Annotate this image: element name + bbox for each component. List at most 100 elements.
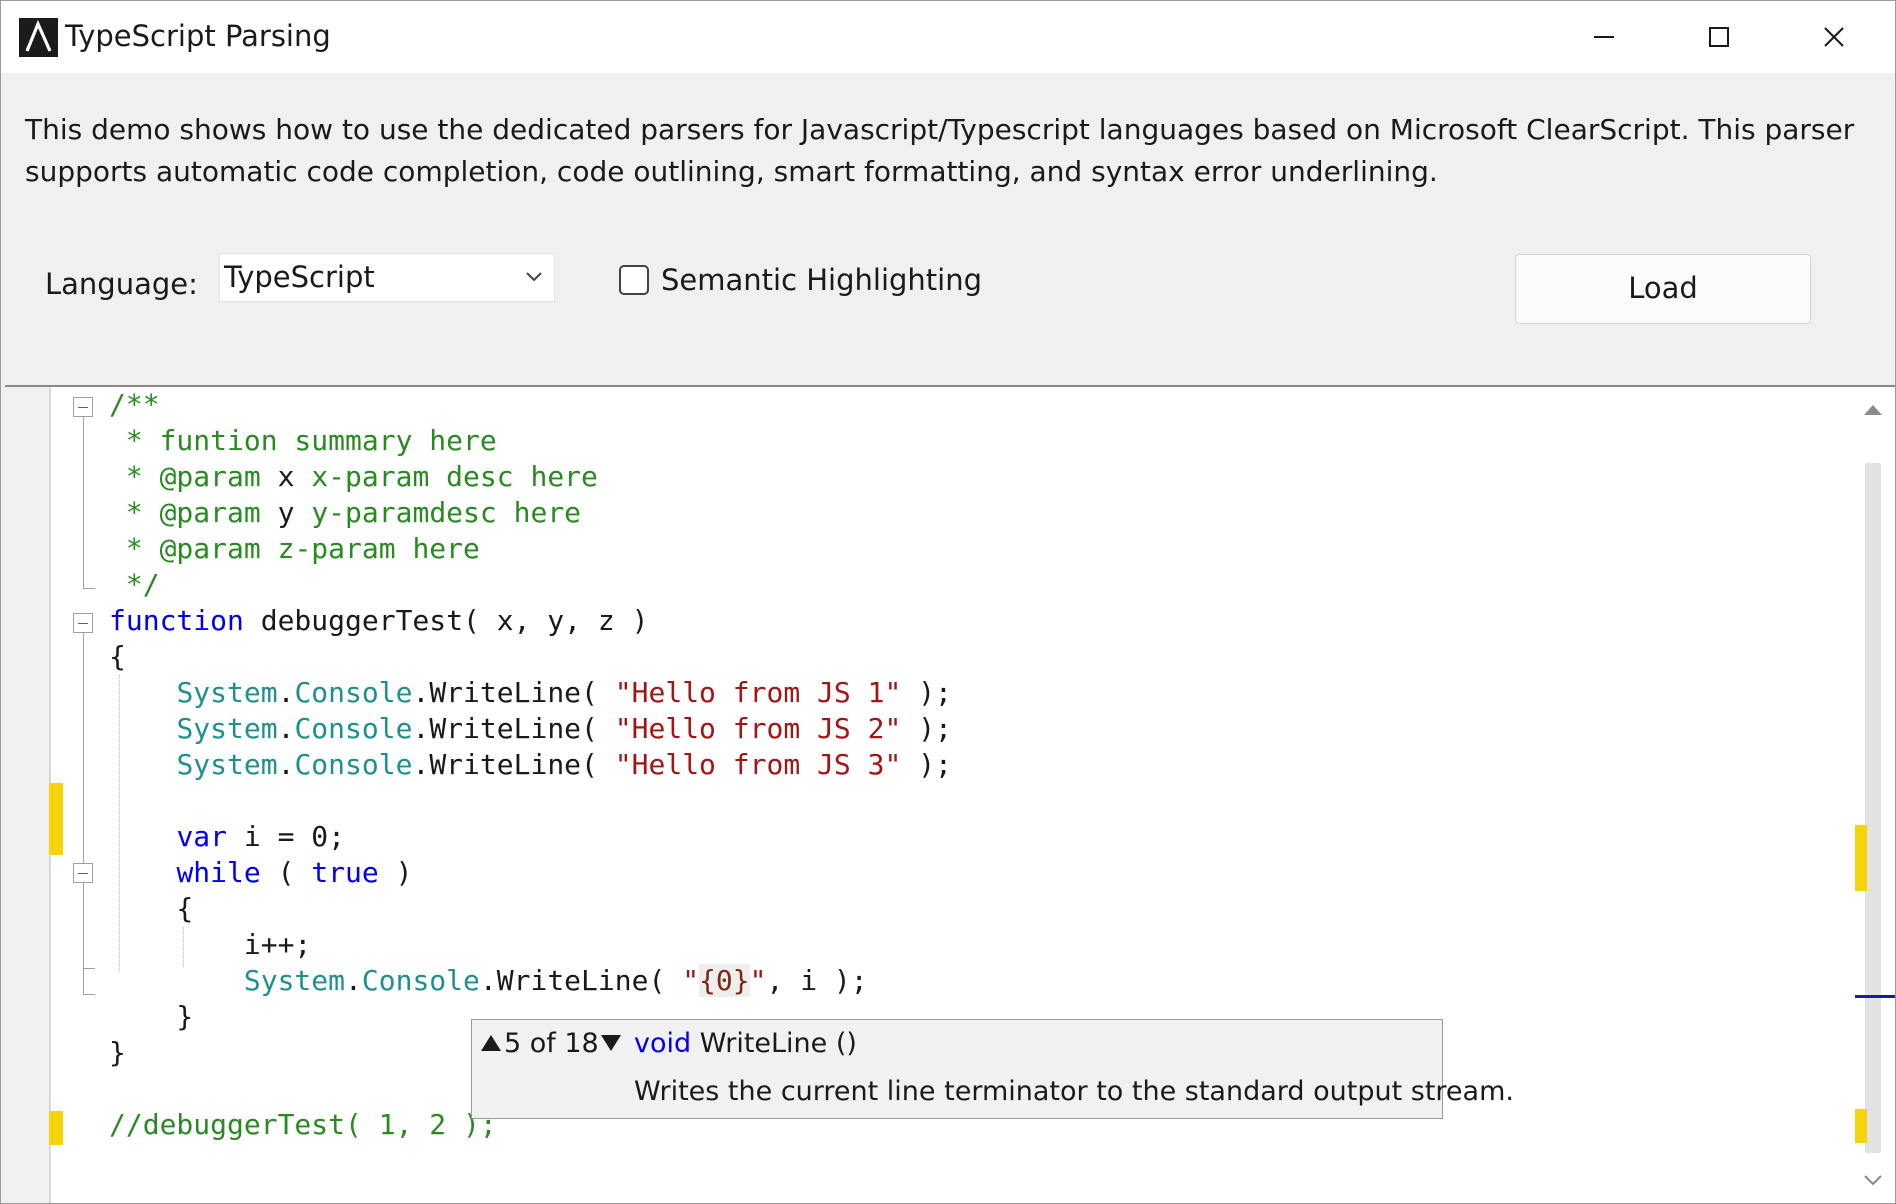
- semantic-highlighting-label[interactable]: Semantic Highlighting: [661, 263, 982, 297]
- change-marker: [49, 783, 63, 855]
- change-marker: [49, 1111, 63, 1145]
- code-token: function: [109, 604, 244, 637]
- code-token: }: [109, 1036, 126, 1069]
- code-token: .WriteLine(: [412, 712, 615, 745]
- scroll-change-marker: [1855, 825, 1867, 891]
- title-bar[interactable]: TypeScript Parsing: [1, 1, 1895, 73]
- code-token: x: [260, 460, 312, 493]
- outline-line: [83, 968, 95, 969]
- method-name: WriteLine (): [699, 1028, 857, 1059]
- code-token: while: [176, 856, 261, 889]
- code-token: i = 0;: [227, 820, 346, 853]
- maximize-button[interactable]: [1684, 13, 1754, 61]
- code-line[interactable]: var i = 0;: [109, 819, 1829, 855]
- code-line[interactable]: while ( true ): [109, 855, 1829, 891]
- scrollbar-thumb[interactable]: [1865, 463, 1881, 1153]
- code-token: .: [277, 676, 295, 709]
- return-type: void: [634, 1028, 692, 1059]
- parameter-info-tooltip: 5 of 18 void WriteLine () Writes the cur…: [471, 1019, 1514, 1119]
- language-selected-value: TypeScript: [224, 260, 375, 294]
- code-line[interactable]: * @param x x-param desc here: [109, 459, 1829, 495]
- code-token: "Hello from JS 3": [614, 748, 902, 781]
- code-token: .: [277, 712, 295, 745]
- code-token: *: [109, 532, 160, 565]
- code-token: x-param desc here: [311, 460, 598, 493]
- chevron-down-icon: [526, 272, 542, 282]
- code-line[interactable]: * @param y y-paramdesc here: [109, 495, 1829, 531]
- code-token: "Hello from JS 1": [614, 676, 902, 709]
- collapse-icon[interactable]: [73, 613, 93, 633]
- code-token: *: [109, 460, 160, 493]
- collapse-icon[interactable]: [73, 397, 93, 417]
- method-signature: void WriteLine (): [634, 1028, 857, 1059]
- code-token: {0}: [699, 964, 750, 997]
- code-line[interactable]: i++;: [109, 927, 1829, 963]
- overload-down-icon[interactable]: [600, 1034, 622, 1052]
- code-token: System: [176, 712, 278, 745]
- code-token: i++;: [109, 928, 312, 961]
- language-label: Language:: [45, 267, 198, 301]
- minimize-button[interactable]: [1569, 13, 1639, 61]
- app-window: TypeScript Parsing This demo shows how t…: [0, 0, 1896, 1204]
- code-line[interactable]: [109, 783, 1829, 819]
- code-line[interactable]: * @param z-param here: [109, 531, 1829, 567]
- code-token: @param: [159, 460, 261, 493]
- scroll-down-icon[interactable]: [1863, 1173, 1883, 1187]
- window-title: TypeScript Parsing: [65, 19, 331, 53]
- scroll-caret-marker: [1855, 995, 1895, 998]
- semantic-highlighting-checkbox[interactable]: [619, 265, 649, 295]
- close-icon: [1824, 27, 1844, 47]
- editor-gutter: [5, 387, 49, 1203]
- scroll-change-marker: [1855, 1109, 1867, 1143]
- code-token: {: [109, 640, 126, 673]
- code-line[interactable]: * funtion summary here: [109, 423, 1829, 459]
- code-token: @param: [159, 532, 261, 565]
- code-line[interactable]: function debuggerTest( x, y, z ): [109, 603, 1829, 639]
- code-token: System: [176, 676, 278, 709]
- code-token: * funtion summary here: [109, 424, 497, 457]
- maximize-icon: [1709, 27, 1729, 47]
- code-token: .: [345, 964, 362, 997]
- code-token: ": [749, 964, 767, 997]
- code-token: .WriteLine(: [412, 676, 615, 709]
- code-token: );: [901, 748, 952, 781]
- overload-counter: 5 of 18: [504, 1028, 599, 1059]
- code-token: *: [109, 496, 160, 529]
- code-token: );: [901, 676, 952, 709]
- code-line[interactable]: {: [109, 891, 1829, 927]
- code-line[interactable]: System.Console.WriteLine( "Hello from JS…: [109, 711, 1829, 747]
- code-token: {: [109, 892, 194, 925]
- language-dropdown[interactable]: TypeScript: [219, 253, 555, 302]
- code-line[interactable]: {: [109, 639, 1829, 675]
- outline-line: [83, 588, 95, 589]
- code-token: debuggerTest( x, y, z ): [243, 604, 649, 637]
- code-line[interactable]: /**: [109, 387, 1829, 423]
- collapse-icon[interactable]: [73, 863, 93, 883]
- load-button[interactable]: Load: [1515, 254, 1811, 324]
- scroll-up-icon[interactable]: [1863, 403, 1883, 417]
- code-line[interactable]: System.Console.WriteLine( "{0}", i );: [109, 963, 1829, 999]
- code-token: (: [260, 856, 312, 889]
- code-token: System: [176, 748, 278, 781]
- code-token: .: [277, 748, 295, 781]
- code-token: z-param here: [260, 532, 480, 565]
- minimize-icon: [1594, 36, 1614, 38]
- vertical-scrollbar[interactable]: [1855, 387, 1895, 1203]
- code-token: System: [243, 964, 346, 997]
- close-button[interactable]: [1799, 13, 1869, 61]
- code-token: true: [311, 856, 379, 889]
- code-line[interactable]: */: [109, 567, 1829, 603]
- code-token: y: [260, 496, 312, 529]
- method-description: Writes the current line terminator to th…: [634, 1076, 1514, 1107]
- code-token: }: [109, 1000, 194, 1033]
- outline-line: [83, 417, 84, 589]
- overload-up-icon[interactable]: [480, 1034, 502, 1052]
- code-line[interactable]: System.Console.WriteLine( "Hello from JS…: [109, 747, 1829, 783]
- code-line[interactable]: System.Console.WriteLine( "Hello from JS…: [109, 675, 1829, 711]
